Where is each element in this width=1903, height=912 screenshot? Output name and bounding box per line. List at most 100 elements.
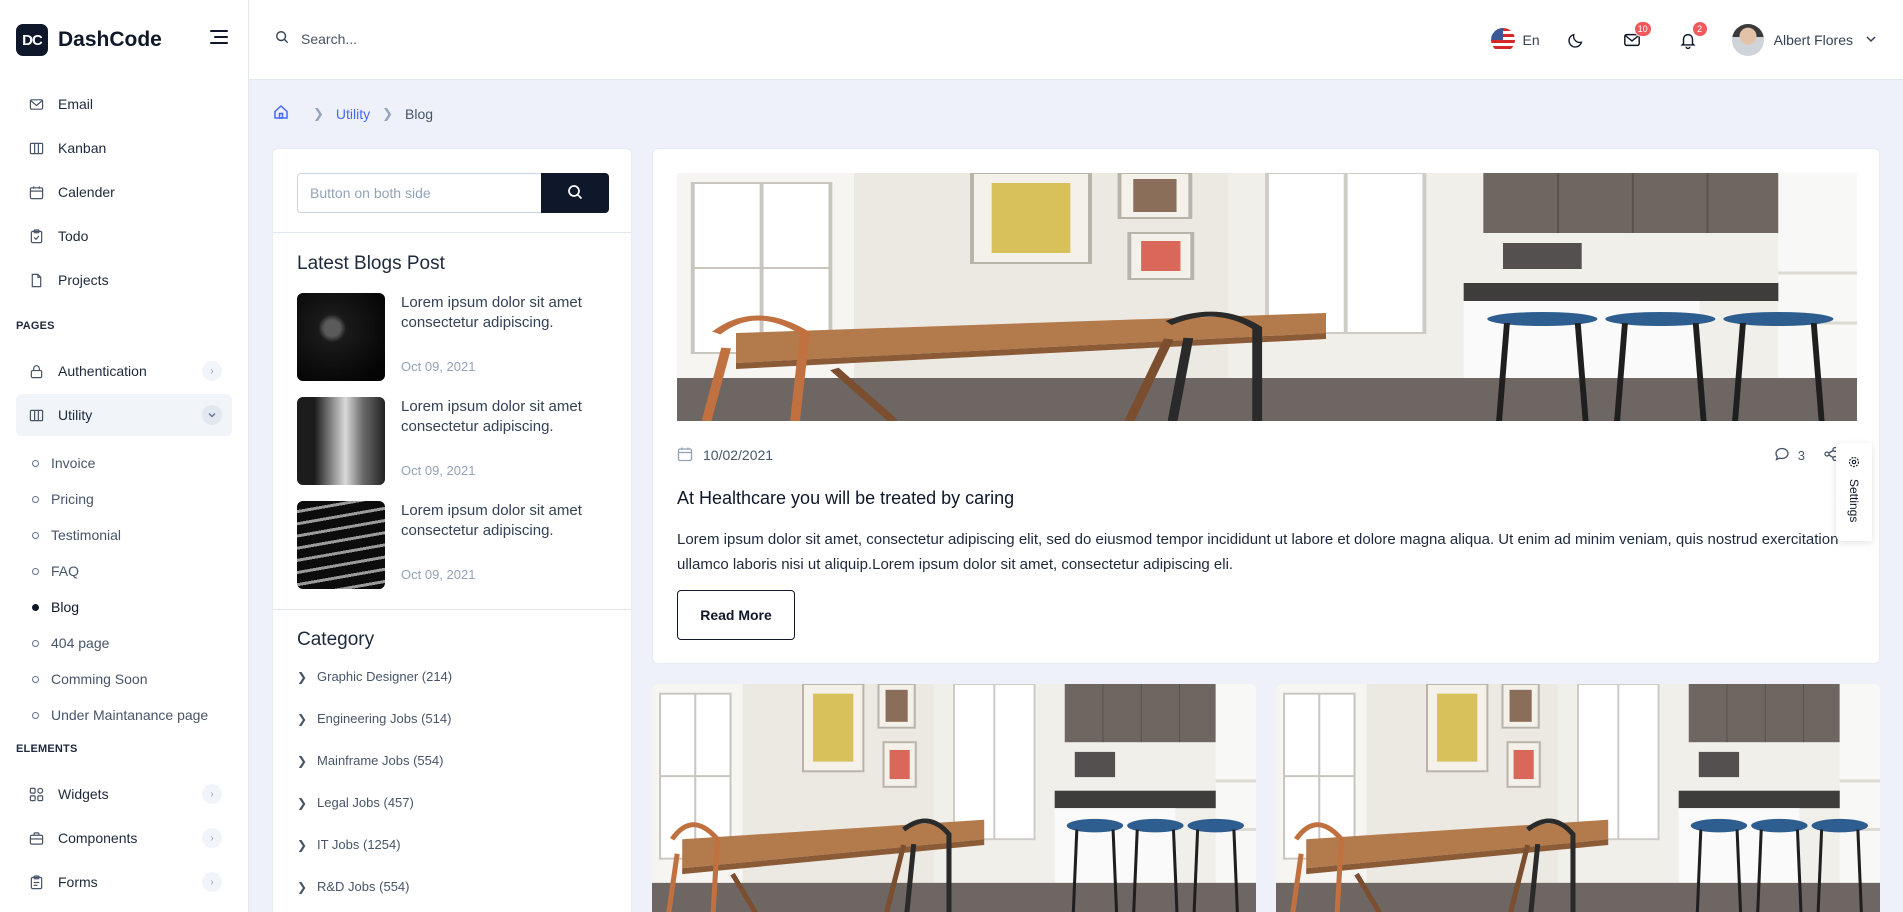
chevron-right-icon: › — [202, 784, 222, 804]
sidebar-item-calender[interactable]: Calender — [16, 171, 232, 213]
notification-badge: 2 — [1691, 21, 1708, 37]
sidebar-item-kanban[interactable]: Kanban — [16, 127, 232, 169]
blog-post-card: 10/02/2021 3 At Healthcare you will be t… — [652, 148, 1880, 664]
us-flag-icon — [1490, 28, 1515, 52]
sidebar-item-authentication[interactable]: Authentication › — [16, 350, 232, 392]
user-menu[interactable]: Albert Flores — [1731, 24, 1877, 56]
latest-post-item[interactable]: Lorem ipsum dolor sit amet consectetur a… — [297, 501, 609, 589]
mail-icon — [28, 96, 44, 112]
brand[interactable]: DC DashCode — [16, 24, 162, 56]
blog-meta: 10/02/2021 3 — [677, 445, 1857, 465]
blog-search-button[interactable] — [541, 173, 609, 213]
post-title[interactable]: Lorem ipsum dolor sit amet consectetur a… — [401, 501, 611, 541]
sidebar-subitem-label: Invoice — [51, 455, 96, 471]
blog-excerpt: Lorem ipsum dolor sit amet, consectetur … — [677, 531, 1839, 573]
sidebar-item-forms[interactable]: Forms › — [16, 861, 232, 903]
post-date: Oct 09, 2021 — [401, 359, 476, 374]
sidebar-subitem-label: Blog — [51, 599, 80, 615]
sidebar-item-utility[interactable]: Utility — [16, 394, 232, 436]
post-title[interactable]: Lorem ipsum dolor sit amet consectetur a… — [401, 293, 611, 333]
moon-icon[interactable] — [1564, 28, 1588, 52]
breadcrumb-utility[interactable]: Utility — [336, 106, 370, 122]
sidebar-item-label: Email — [58, 96, 94, 112]
comment-icon[interactable] — [1774, 446, 1790, 465]
blog-search-input[interactable] — [297, 173, 541, 213]
sidebar-subitem-faq[interactable]: FAQ — [32, 563, 79, 579]
comment-count: 3 — [1797, 447, 1805, 463]
sidebar-subitem-label: Under Maintanance page — [51, 707, 209, 723]
bell-icon[interactable]: 2 — [1676, 21, 1708, 52]
divider — [273, 232, 631, 233]
settings-tab[interactable]: Settings — [1836, 443, 1872, 541]
blog-sidebar-card: Latest Blogs Post Lorem ipsum dolor sit … — [272, 148, 632, 912]
latest-blogs-heading: Latest Blogs Post — [297, 253, 445, 274]
category-item[interactable]: ❯ Engineering Jobs (514) — [297, 711, 451, 726]
sidebar-subitem-404[interactable]: 404 page — [32, 635, 109, 651]
category-item[interactable]: ❯ IT Jobs (1254) — [297, 837, 401, 852]
chevron-right-icon: › — [202, 361, 222, 381]
post-date: Oct 09, 2021 — [401, 463, 476, 478]
top-header: Search... En 10 2 Albert Flores — [249, 0, 1903, 80]
search-icon — [275, 30, 289, 47]
category-label: Engineering Jobs (514) — [317, 711, 452, 726]
chevron-right-icon: ❯ — [297, 711, 308, 726]
sidebar-item-label: Components — [58, 830, 138, 846]
avatar — [1731, 24, 1764, 56]
language-label: En — [1522, 32, 1540, 48]
post-title[interactable]: Lorem ipsum dolor sit amet consectetur a… — [401, 397, 611, 437]
read-more-button[interactable]: Read More — [677, 590, 795, 640]
post-thumbnail — [297, 293, 385, 381]
sidebar-subitem-blog[interactable]: Blog — [32, 599, 79, 615]
sidebar-subitem-maintenance[interactable]: Under Maintanance page — [32, 707, 208, 723]
post-thumbnail — [297, 501, 385, 589]
language-selector[interactable]: En — [1490, 28, 1540, 52]
category-item[interactable]: ❯ R&D Jobs (554) — [297, 879, 409, 894]
brand-logo: DC — [16, 24, 48, 56]
menu-toggle-icon[interactable] — [210, 30, 230, 50]
sidebar-subitem-testimonial[interactable]: Testimonial — [32, 527, 121, 543]
sidebar-subitem-label: Pricing — [51, 491, 94, 507]
sidebar-subitem-invoice[interactable]: Invoice — [32, 455, 95, 471]
category-label: Mainframe Jobs (554) — [317, 753, 444, 768]
blog-card-image[interactable] — [652, 684, 1256, 912]
sidebar-item-widgets[interactable]: Widgets › — [16, 773, 232, 815]
chevron-right-icon: ❯ — [382, 105, 394, 121]
blog-hero-image[interactable] — [677, 173, 1857, 421]
latest-post-item[interactable]: Lorem ipsum dolor sit amet consectetur a… — [297, 397, 609, 485]
sidebar-item-label: Calender — [58, 184, 115, 200]
sidebar-item-email[interactable]: Email — [16, 83, 232, 125]
chevron-right-icon: ❯ — [297, 837, 308, 852]
lock-icon — [28, 363, 44, 379]
blog-card-image[interactable] — [1276, 684, 1880, 912]
sidebar-subitem-comming-soon[interactable]: Comming Soon — [32, 671, 148, 687]
sidebar-item-components[interactable]: Components › — [16, 817, 232, 859]
sidebar-subitem-pricing[interactable]: Pricing — [32, 491, 94, 507]
chevron-right-icon: ❯ — [297, 753, 308, 768]
header-search-placeholder: Search... — [301, 30, 358, 47]
blog-date: 10/02/2021 — [703, 447, 774, 463]
category-label: R&D Jobs (554) — [317, 879, 410, 894]
clipboard-icon — [28, 228, 44, 244]
columns-icon — [28, 140, 44, 156]
user-name: Albert Flores — [1773, 32, 1853, 48]
breadcrumb-current: Blog — [405, 105, 434, 122]
header-search[interactable]: Search... — [275, 30, 357, 47]
chevron-right-icon: ❯ — [313, 105, 324, 121]
home-icon[interactable] — [273, 104, 289, 123]
category-item[interactable]: ❯ Graphic Designer (214) — [297, 669, 452, 684]
category-label: Graphic Designer (214) — [317, 669, 453, 684]
sidebar-item-label: Kanban — [58, 140, 107, 156]
category-item[interactable]: ❯ Mainframe Jobs (554) — [297, 753, 443, 768]
sidebar-item-projects[interactable]: Projects — [16, 259, 232, 301]
mail-icon[interactable]: 10 — [1620, 21, 1652, 52]
sidebar-item-todo[interactable]: Todo — [16, 215, 232, 257]
chevron-right-icon: ❯ — [297, 879, 308, 894]
briefcase-icon — [28, 830, 44, 846]
grid-icon — [28, 786, 44, 802]
settings-label: Settings — [1847, 479, 1861, 523]
sidebar-item-label: Widgets — [58, 786, 109, 802]
calendar-icon — [28, 184, 44, 200]
category-item[interactable]: ❯ Legal Jobs (457) — [297, 795, 414, 810]
latest-post-item[interactable]: Lorem ipsum dolor sit amet consectetur a… — [297, 293, 609, 381]
blog-title[interactable]: At Healthcare you will be treated by car… — [677, 488, 1014, 509]
